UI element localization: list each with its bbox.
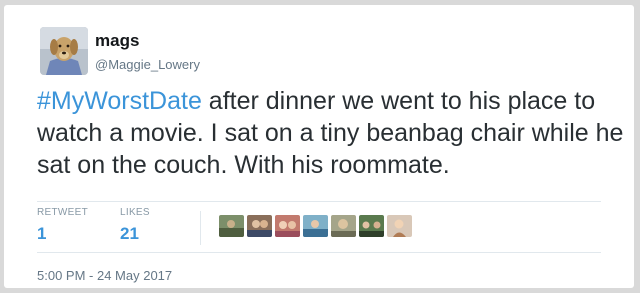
author-display-name[interactable]: mags xyxy=(95,31,139,51)
liker-photo-icon xyxy=(275,215,300,237)
tweet-timestamp[interactable]: 5:00 PM - 24 May 2017 xyxy=(37,268,172,283)
liker-photo-icon xyxy=(359,215,384,237)
liker-avatar[interactable] xyxy=(275,215,300,237)
hashtag-link[interactable]: #MyWorstDate xyxy=(37,87,202,115)
author-handle[interactable]: @Maggie_Lowery xyxy=(95,57,200,72)
liker-photo-icon xyxy=(303,215,328,237)
liker-avatar[interactable] xyxy=(331,215,356,237)
liker-photo-icon xyxy=(331,215,356,237)
retweet-stat[interactable]: RETWEET 1 xyxy=(37,207,88,244)
retweet-label: RETWEET xyxy=(37,207,88,218)
liker-photo-icon xyxy=(247,215,272,237)
dog-avatar-icon xyxy=(40,27,88,75)
likes-label: LIKES xyxy=(120,207,150,218)
liker-avatar[interactable] xyxy=(247,215,272,237)
author-avatar[interactable] xyxy=(40,27,88,75)
liker-avatars xyxy=(219,215,412,237)
liker-avatar[interactable] xyxy=(359,215,384,237)
stats-divider-top xyxy=(37,201,601,202)
likes-stat[interactable]: LIKES 21 xyxy=(120,207,150,244)
stats-divider-bottom xyxy=(37,252,601,253)
likes-count: 21 xyxy=(120,224,139,243)
liker-avatar[interactable] xyxy=(387,215,412,237)
liker-avatar[interactable] xyxy=(219,215,244,237)
tweet-text: #MyWorstDate after dinner we went to his… xyxy=(37,85,627,181)
liker-avatar[interactable] xyxy=(303,215,328,237)
liker-photo-icon xyxy=(387,215,412,237)
tweet-card: mags @Maggie_Lowery #MyWorstDate after d… xyxy=(4,5,634,288)
liker-photo-icon xyxy=(219,215,244,237)
retweet-count: 1 xyxy=(37,224,47,243)
stats-separator xyxy=(200,211,201,245)
